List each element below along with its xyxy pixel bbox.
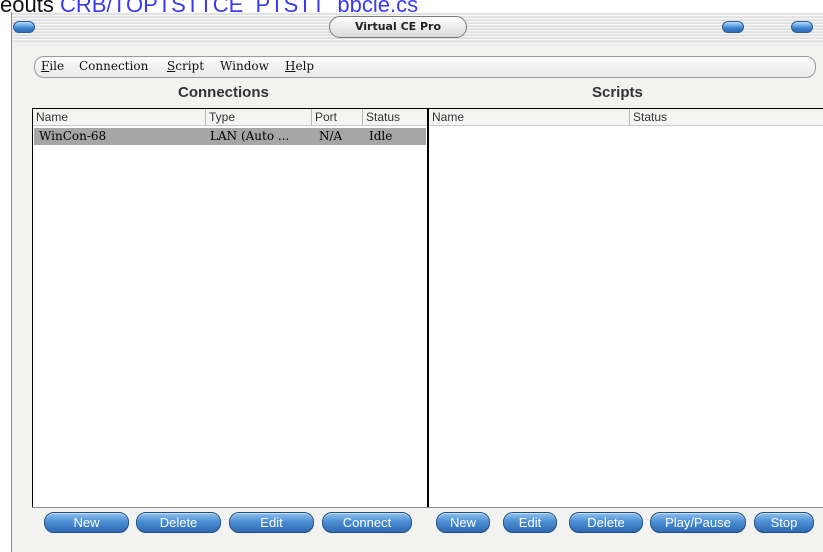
stop-button[interactable]: Stop [754,512,814,533]
column-header-status[interactable]: Status [629,109,823,126]
connections-button-bar: New Delete Edit Connect [32,507,428,535]
background-lead-text: eouts [0,0,54,12]
new-connection-button[interactable]: New [44,512,129,533]
scripts-button-bar: New Edit Delete Play/Pause Stop [428,507,823,535]
minimize-button[interactable] [722,21,744,33]
column-header-port[interactable]: Port [311,109,362,126]
edit-script-button[interactable]: Edit [503,512,557,533]
column-header-name[interactable]: Name [33,109,205,126]
menu-file[interactable]: File [41,59,64,73]
connection-status-cell: Idle [369,129,393,143]
play-pause-button[interactable]: Play/Pause [650,512,746,533]
window-menu-button[interactable] [13,21,35,33]
scripts-title: Scripts [592,84,643,101]
connection-port-cell: N/A [319,129,343,143]
connection-name-cell: WinCon-68 [39,129,107,143]
delete-connection-button[interactable]: Delete [136,512,221,533]
column-header-type[interactable]: Type [205,109,311,126]
background-link-text: eouts CRB/TQPTSTTCE_PTSTT_ppcle.cs [0,0,823,12]
close-button[interactable] [791,21,813,33]
background-link: CRB/TQPTSTTCE_PTSTT_ppcle.cs [60,0,418,12]
menu-script[interactable]: Script [167,59,204,73]
new-script-button[interactable]: New [436,512,490,533]
menu-help[interactable]: Help [285,59,314,73]
app-window: Virtual CE Pro File Connection Script Wi… [11,12,823,552]
window-title: Virtual CE Pro [329,16,467,38]
edit-connection-button[interactable]: Edit [229,512,314,533]
menu-connection[interactable]: Connection [79,59,148,73]
connections-list[interactable]: Name Type Port Status WinCon-68 LAN (Aut… [32,108,428,508]
column-header-status[interactable]: Status [362,109,427,126]
connections-title: Connections [178,84,269,101]
scripts-list[interactable]: Name Status [428,108,823,508]
connection-type-cell: LAN (Auto ... [210,129,290,143]
column-header-name[interactable]: Name [429,109,629,126]
delete-script-button[interactable]: Delete [569,512,643,533]
connect-button[interactable]: Connect [322,512,412,533]
title-bar[interactable]: Virtual CE Pro [12,12,823,42]
table-row[interactable]: WinCon-68 LAN (Auto ... N/A Idle [34,128,426,145]
menu-window[interactable]: Window [220,59,269,73]
menu-bar: File Connection Script Window Help [34,56,816,78]
